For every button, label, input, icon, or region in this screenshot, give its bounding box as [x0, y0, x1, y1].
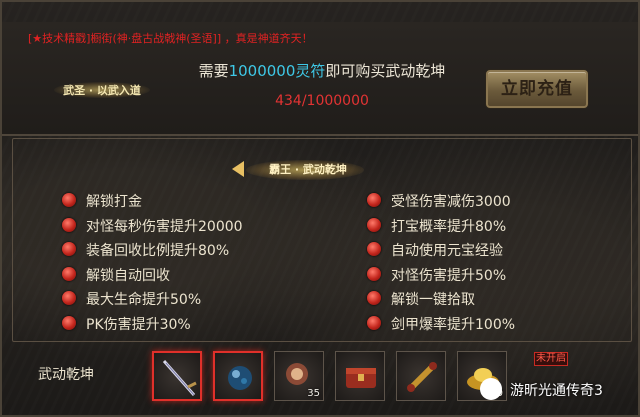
item-count: 35	[307, 388, 320, 399]
item-slot-chest[interactable]	[335, 351, 385, 401]
orb-icon	[228, 366, 252, 390]
sword-icon	[162, 360, 197, 396]
perk-label: 对怪伤害提升50%	[391, 267, 507, 284]
red-dot-icon	[367, 266, 381, 281]
purchase-panel: [★技术精戳]橱街(神·盘古战戟神(圣语]] ，真是神道齐天！ 武圣 · 以武入…	[0, 0, 640, 417]
red-dot-icon	[62, 193, 76, 207]
watermark-text: 游昕光通传奇3	[510, 383, 603, 399]
top-bar	[8, 6, 632, 22]
perk-label: 对怪每秒伤害提升20000	[86, 218, 243, 235]
section-title: 霸王 · 武动乾坤	[232, 156, 372, 182]
unopened-badge: 未开启	[534, 352, 568, 366]
footer-label: 武动乾坤	[38, 367, 94, 383]
perk-label: 剑甲爆率提升100%	[391, 317, 516, 333]
perk-label: 自动使用元宝经验	[391, 243, 503, 260]
perk-label: 装备回收比例提升80%	[86, 243, 230, 260]
wechat-logo-icon	[480, 378, 502, 400]
item-slot-scroll[interactable]	[396, 351, 446, 401]
item-slot-sword[interactable]	[152, 351, 202, 401]
recharge-button[interactable]: 立即充值	[486, 70, 588, 108]
red-dot-icon	[62, 266, 76, 281]
perk-label: 打宝概率提升80%	[391, 218, 507, 235]
item-slot-orb[interactable]	[213, 351, 263, 401]
perk-label: PK伤害提升30%	[86, 317, 191, 333]
purchase-amount: 1000000灵符	[228, 62, 326, 80]
progress-text: 434/1000000	[275, 93, 369, 109]
watermark: 游昕光通传奇3	[476, 374, 638, 406]
red-dot-icon	[367, 193, 381, 207]
item-slot-medal[interactable]: 35	[274, 351, 324, 401]
red-dot-icon	[62, 316, 76, 330]
perk-label: 解锁自动回收	[86, 267, 170, 284]
perk-label: 最大生命提升50%	[86, 292, 202, 309]
rank-badge-label: 武圣 · 以武入道	[63, 84, 141, 97]
red-dot-icon	[62, 217, 76, 232]
perk-label: 解锁打金	[86, 194, 142, 210]
rank-badge: 武圣 · 以武入道	[40, 70, 164, 110]
red-dot-icon	[367, 316, 381, 330]
purchase-requirement: 需要1000000灵符即可购买武动乾坤	[172, 60, 472, 81]
scroll-notice: [★技术精戳]橱街(神·盘古战戟神(圣语]] ，真是神道齐天！	[28, 32, 313, 45]
scroll-icon	[407, 362, 437, 392]
perk-label: 受怪伤害减伤3000	[391, 194, 511, 210]
treasure-chest-icon	[346, 368, 376, 388]
red-dot-icon	[367, 217, 381, 232]
perk-label: 解锁一键拾取	[391, 292, 475, 309]
purchase-prefix: 需要	[198, 62, 229, 80]
left-arrow-icon	[232, 161, 244, 177]
purchase-suffix: 即可购买武动乾坤	[325, 62, 446, 80]
section-title-label: 霸王 · 武动乾坤	[269, 163, 347, 176]
